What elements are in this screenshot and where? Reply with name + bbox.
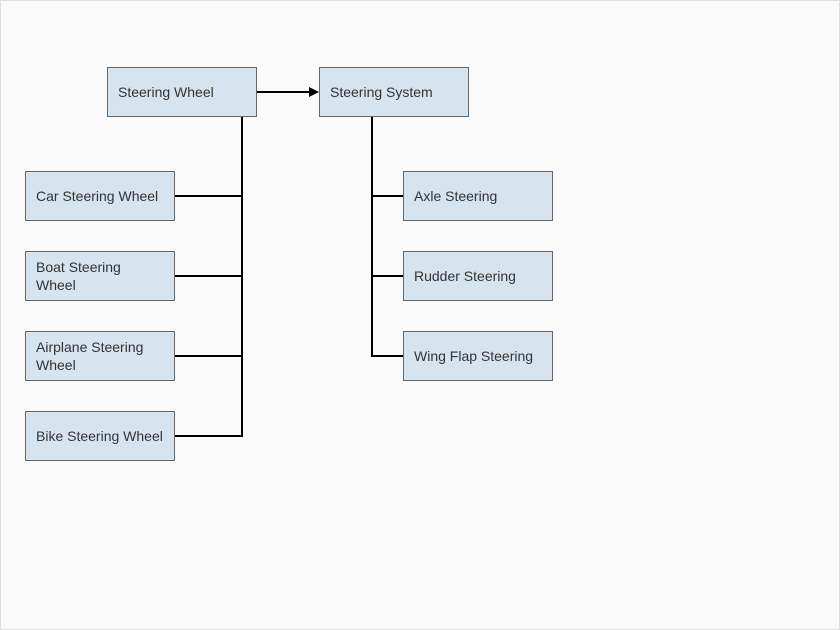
connector-line <box>175 195 243 197</box>
node-label: Bike Steering Wheel <box>36 427 163 445</box>
arrow-right-icon <box>309 87 319 97</box>
connector-line <box>371 275 403 277</box>
node-rudder-steering: Rudder Steering <box>403 251 553 301</box>
connector-line <box>257 91 311 93</box>
node-axle-steering: Axle Steering <box>403 171 553 221</box>
node-steering-system: Steering System <box>319 67 469 117</box>
connector-line <box>241 117 243 437</box>
node-boat-steering-wheel: Boat Steering Wheel <box>25 251 175 301</box>
connector-line <box>371 355 403 357</box>
node-steering-wheel: Steering Wheel <box>107 67 257 117</box>
node-label: Steering Wheel <box>118 83 214 101</box>
node-airplane-steering-wheel: Airplane Steering Wheel <box>25 331 175 381</box>
connector-line <box>175 275 243 277</box>
connector-line <box>371 195 403 197</box>
node-label: Boat Steering Wheel <box>36 258 164 294</box>
node-label: Airplane Steering Wheel <box>36 338 164 374</box>
node-wing-flap-steering: Wing Flap Steering <box>403 331 553 381</box>
node-label: Axle Steering <box>414 187 497 205</box>
connector-line <box>371 117 373 357</box>
node-car-steering-wheel: Car Steering Wheel <box>25 171 175 221</box>
node-label: Wing Flap Steering <box>414 347 533 365</box>
connector-line <box>175 435 243 437</box>
node-label: Steering System <box>330 83 433 101</box>
node-label: Car Steering Wheel <box>36 187 158 205</box>
connector-line <box>175 355 243 357</box>
node-label: Rudder Steering <box>414 267 516 285</box>
node-bike-steering-wheel: Bike Steering Wheel <box>25 411 175 461</box>
